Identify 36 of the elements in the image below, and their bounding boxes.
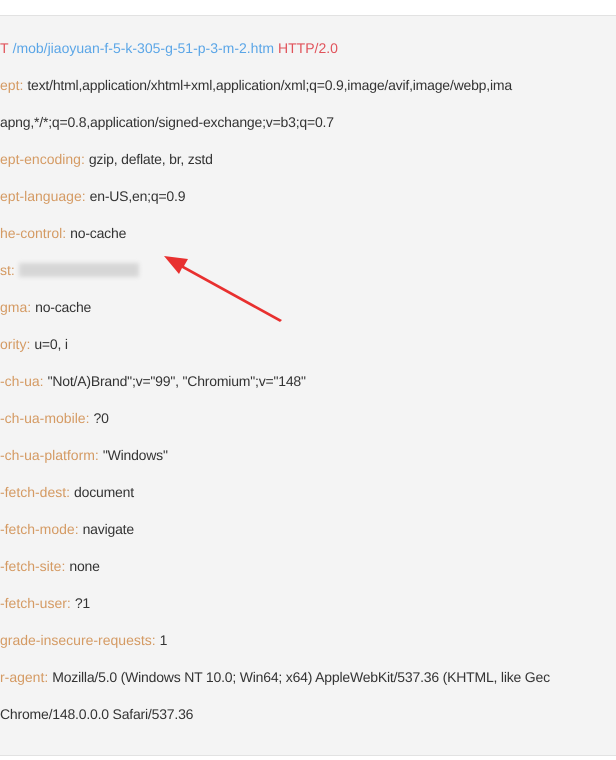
- header-name: grade-insecure-requests:: [0, 631, 156, 650]
- header-name: r-agent:: [0, 668, 48, 687]
- header-name: ept:: [0, 76, 24, 95]
- header-name: ept-encoding:: [0, 150, 85, 169]
- header-value: Chrome/148.0.0.0 Safari/537.36: [0, 706, 194, 722]
- header-value: text/html,application/xhtml+xml,application/xml;q=0.9,image/avif,image/webp,ima: [27, 76, 512, 95]
- header-name: he-control:: [0, 224, 66, 243]
- header-value: apng,*/*;q=0.8,application/signed-exchange;v=b3;q=0.7: [0, 114, 334, 130]
- header-name: gma:: [0, 298, 32, 317]
- header-value: ?1: [74, 594, 90, 613]
- header-name: -fetch-user:: [0, 594, 71, 613]
- request-protocol: HTTP/2.0: [278, 39, 338, 58]
- header-name: st:: [0, 261, 15, 280]
- header-value: Mozilla/5.0 (Windows NT 10.0; Win64; x64) AppleWebKit/537.36 (KHTML, like Gec: [52, 668, 550, 687]
- header-name: -fetch-mode:: [0, 520, 79, 539]
- header-value: no-cache: [70, 224, 126, 243]
- request-path: /mob/jiaoyuan-f-5-k-305-g-51-p-3-m-2.htm: [12, 39, 274, 58]
- header-value: navigate: [82, 520, 134, 539]
- header-name: ority:: [0, 335, 30, 354]
- header-name: -fetch-site:: [0, 557, 66, 576]
- header-value: no-cache: [35, 298, 92, 317]
- header-value: document: [74, 483, 134, 502]
- header-name: -ch-ua:: [0, 372, 44, 391]
- header-value: "Not/A)Brand";v="99", "Chromium";v="148": [48, 372, 306, 391]
- header-value: en-US,en;q=0.9: [90, 187, 186, 206]
- header-value: 1: [160, 631, 168, 650]
- header-value: gzip, deflate, br, zstd: [88, 150, 213, 169]
- header-name: -fetch-dest:: [0, 483, 70, 502]
- request-method: T: [0, 39, 9, 58]
- header-value: u=0, i: [34, 335, 68, 354]
- header-value: "Windows": [102, 446, 168, 465]
- header-name: -ch-ua-mobile:: [0, 409, 90, 428]
- header-value: none: [69, 557, 100, 576]
- header-name: -ch-ua-platform:: [0, 446, 99, 465]
- header-name: ept-language:: [0, 187, 86, 206]
- header-value: ?0: [93, 409, 109, 428]
